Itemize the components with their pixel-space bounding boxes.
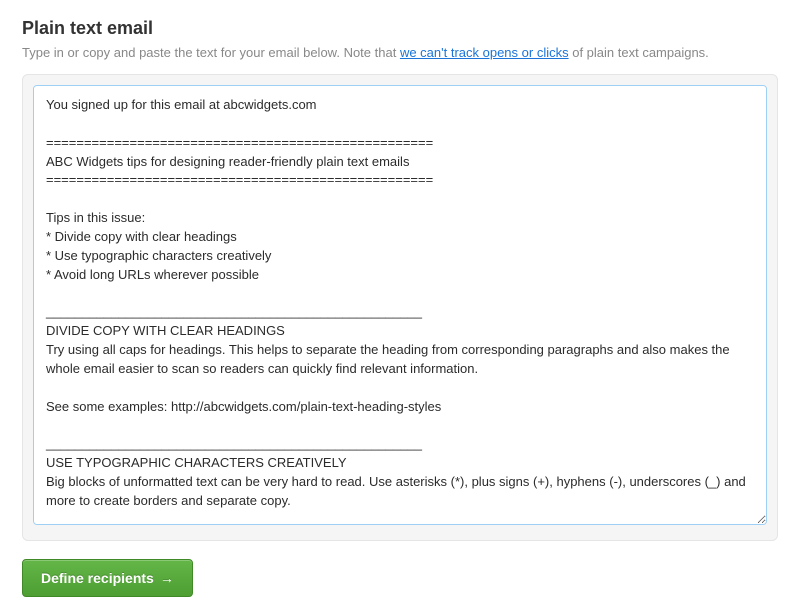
define-recipients-label: Define recipients <box>41 570 154 586</box>
subtitle-prefix: Type in or copy and paste the text for y… <box>22 45 400 60</box>
page-title: Plain text email <box>22 18 778 39</box>
define-recipients-button[interactable]: Define recipients → <box>22 559 193 597</box>
subtitle-suffix: of plain text campaigns. <box>569 45 709 60</box>
arrow-right-icon: → <box>160 570 174 586</box>
editor-panel <box>22 74 778 541</box>
email-body-textarea[interactable] <box>33 85 767 525</box>
tracking-info-link[interactable]: we can't track opens or clicks <box>400 45 569 60</box>
page-subtitle: Type in or copy and paste the text for y… <box>22 45 778 60</box>
